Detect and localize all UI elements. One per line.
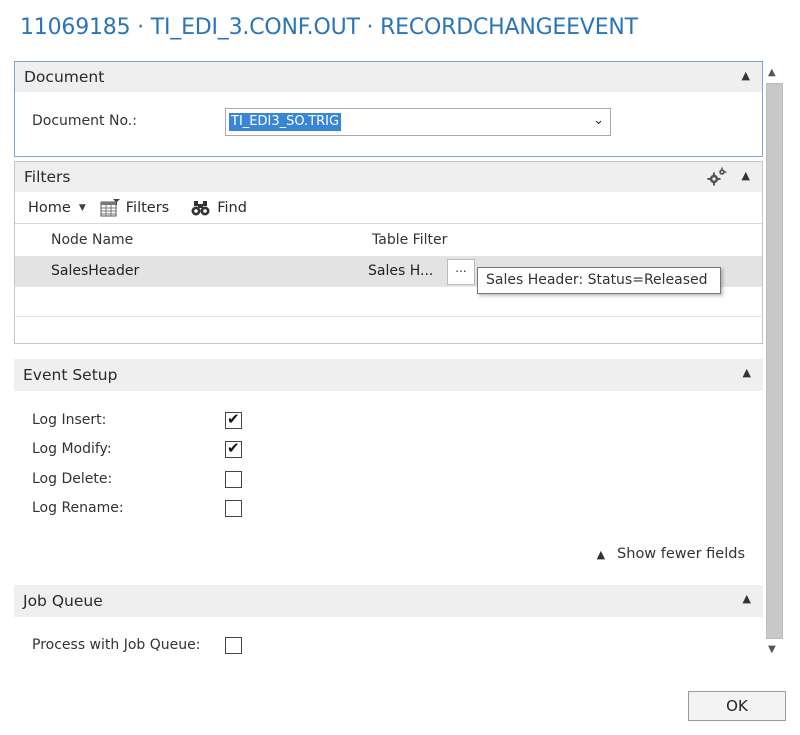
scroll-down-icon[interactable]: ▼ [768,644,776,655]
job-queue-header-label: Job Queue [23,592,103,610]
find-label: Find [217,199,247,216]
chevron-up-icon[interactable]: ▲ [742,69,750,82]
column-header-table-filter[interactable]: Table Filter [372,232,447,248]
log-modify-checkbox[interactable]: ✔ [225,439,242,458]
log-delete-label: Log Delete: [32,471,113,487]
filters-label: Filters [125,199,170,216]
window-title: 11069185 · TI_EDI_3.CONF.OUT · RECORDCHA… [20,15,638,40]
document-header[interactable]: Document ▲ [15,62,762,92]
table-filter-assist-button[interactable]: ... [447,259,475,285]
job-queue-fasttab: Job Queue ▲ Process with Job Queue: [14,585,763,665]
node-name-cell[interactable]: SalesHeader [51,263,139,279]
document-no-select[interactable]: TI_EDI3_SO.TRIG ⌄ [225,108,611,136]
filters-header-label: Filters [24,168,71,186]
chevron-up-icon[interactable]: ▲ [742,169,750,182]
column-header-node-name[interactable]: Node Name [51,232,133,248]
checkmark-icon: ✔ [227,410,240,428]
home-label: Home [28,199,71,216]
find-button[interactable]: Find [191,199,247,217]
table-row[interactable] [15,316,762,338]
document-header-label: Document [24,68,105,86]
table-filter-cell[interactable]: Sales H... [368,263,433,279]
chevron-up-icon[interactable]: ▲ [743,366,751,379]
show-fewer-fields-button[interactable]: ▲ Show fewer fields [597,546,745,562]
vertical-scrollbar[interactable]: ▲ ▼ [764,61,784,661]
log-rename-label: Log Rename: [32,500,124,516]
ok-button[interactable]: OK [688,691,786,721]
process-with-job-queue-label: Process with Job Queue: [32,637,201,653]
document-no-value: TI_EDI3_SO.TRIG [229,113,342,131]
filters-header[interactable]: Filters ▲ [15,162,762,192]
table-row[interactable]: SalesHeader Sales H... ... Sales Header:… [15,256,762,294]
grid-header: Node Name Table Filter [15,224,762,256]
log-rename-checkbox[interactable] [225,500,242,517]
gear-icon[interactable] [706,167,728,187]
job-queue-header[interactable]: Job Queue ▲ [14,585,763,617]
chevron-up-icon: ▲ [596,547,606,561]
table-filter-tooltip: Sales Header: Status=Released [477,267,721,294]
home-menu-button[interactable]: Home ▼ [28,200,86,216]
event-setup-fasttab: Event Setup ▲ Log Insert: ✔ Log Modify: … [14,359,763,581]
binoculars-icon [191,200,210,215]
chevron-up-icon[interactable]: ▲ [743,592,751,605]
caret-down-icon: ▼ [78,202,86,213]
chevron-down-icon[interactable]: ⌄ [593,113,604,128]
scrollbar-thumb[interactable] [766,83,783,639]
event-setup-header-label: Event Setup [23,366,118,384]
document-no-label: Document No.: [32,113,137,129]
filters-toolbar: Home ▼ Filters Find [15,192,762,224]
log-insert-checkbox[interactable]: ✔ [225,410,242,429]
document-fasttab: Document ▲ Document No.: TI_EDI3_SO.TRIG… [14,61,763,157]
log-delete-checkbox[interactable] [225,471,242,488]
scroll-up-icon[interactable]: ▲ [768,67,776,78]
filters-button[interactable]: Filters [100,198,170,217]
checkmark-icon: ✔ [227,439,240,457]
event-setup-header[interactable]: Event Setup ▲ [14,359,763,391]
process-with-job-queue-checkbox[interactable] [225,637,242,654]
log-modify-label: Log Modify: [32,441,112,457]
show-fewer-fields-label: Show fewer fields [617,546,745,562]
log-insert-label: Log Insert: [32,412,107,428]
filters-fasttab: Filters ▲ Home ▼ Filters Find Node Name … [14,161,763,344]
filter-grid-icon [100,198,120,216]
